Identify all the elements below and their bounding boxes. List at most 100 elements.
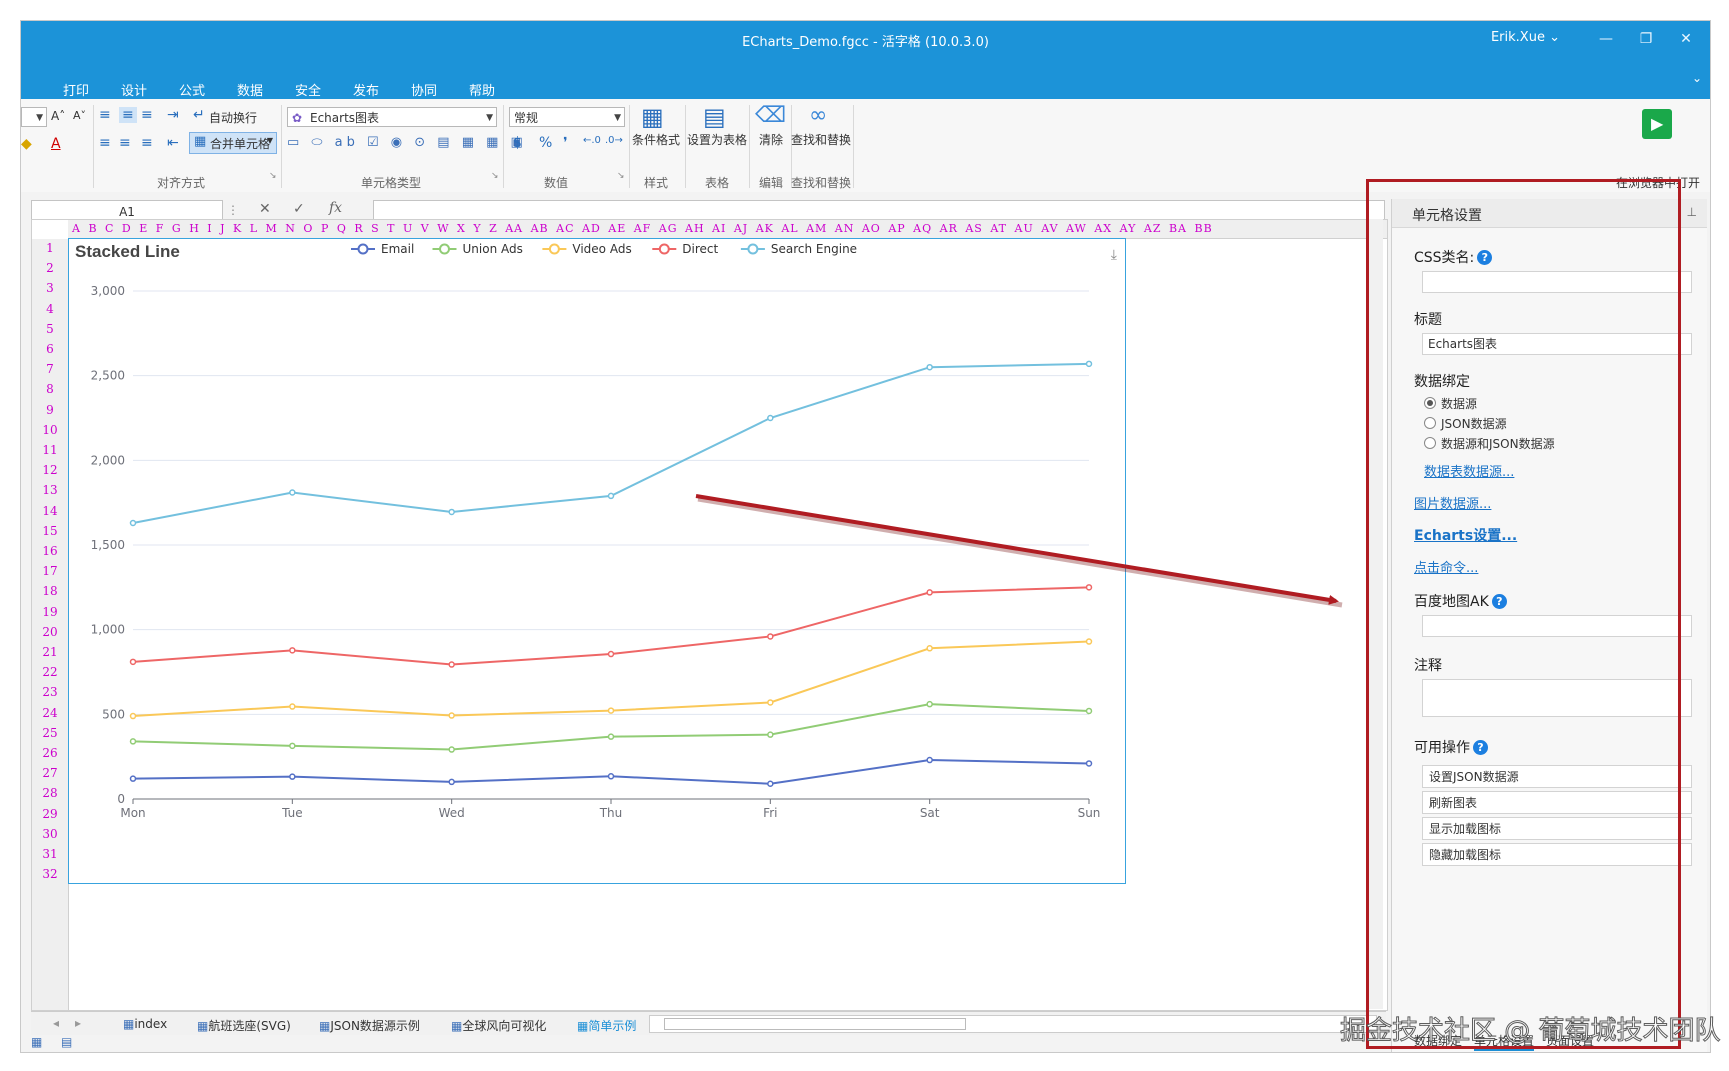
row-header[interactable]: 27	[32, 766, 68, 780]
menu-data[interactable]: 数据	[237, 80, 263, 99]
cell-type-combo[interactable]: ✿ Echarts图表 ▼	[287, 107, 497, 127]
row-header[interactable]: 1	[32, 241, 68, 255]
row-header[interactable]: 25	[32, 726, 68, 740]
spreadsheet-grid[interactable]: A B C D E F G H I J K L M N O P Q R S T …	[31, 219, 1388, 1011]
row-header[interactable]: 8	[32, 382, 68, 396]
align-left-icon[interactable]: ≡	[99, 135, 111, 151]
click-command-link[interactable]: 点击命令...	[1414, 557, 1478, 576]
row-header[interactable]: 13	[32, 483, 68, 497]
row-header[interactable]: 12	[32, 463, 68, 477]
merge-cells-button[interactable]: ▦ 合并单元格 ▼	[189, 132, 277, 154]
row-header[interactable]: 23	[32, 685, 68, 699]
currency-icon[interactable]: $	[513, 135, 522, 151]
row-header[interactable]: 24	[32, 706, 68, 720]
close-button[interactable]: ✕	[1668, 25, 1704, 53]
tab-flight-seats[interactable]: ▦航班选座(SVG)	[197, 1017, 291, 1034]
set-as-table-button[interactable]: 设置为表格	[687, 131, 747, 148]
horizontal-scrollbar[interactable]	[649, 1015, 1377, 1033]
row-header[interactable]: 30	[32, 827, 68, 841]
align-right-icon[interactable]: ≡	[141, 135, 153, 151]
collapse-ribbon-icon[interactable]: ⌄	[1692, 71, 1702, 85]
conditional-format-button[interactable]: 条件格式	[631, 131, 681, 148]
wrap-text-button[interactable]: 自动换行	[209, 109, 257, 126]
run-button[interactable]: ▶	[1642, 109, 1672, 139]
menu-publish[interactable]: 发布	[353, 80, 379, 99]
row-header[interactable]: 18	[32, 584, 68, 598]
dialog-launcher-icon[interactable]: ↘	[617, 171, 625, 181]
action-refresh-chart[interactable]: 刷新图表	[1422, 791, 1692, 814]
row-header[interactable]: 28	[32, 786, 68, 800]
fill-color-icon[interactable]: ◆	[21, 136, 32, 152]
increase-decimal-icon[interactable]: ←.0	[583, 135, 601, 146]
scroll-thumb[interactable]	[664, 1018, 966, 1030]
vertical-scrollbar[interactable]	[1368, 219, 1383, 1009]
title-input[interactable]: Echarts图表	[1422, 333, 1692, 355]
comment-input[interactable]	[1422, 679, 1692, 717]
help-icon[interactable]: ?	[1477, 250, 1493, 265]
menu-formula[interactable]: 公式	[179, 80, 205, 99]
row-header[interactable]: 10	[32, 423, 68, 437]
row-header[interactable]: 19	[32, 605, 68, 619]
minimize-button[interactable]: —	[1588, 25, 1624, 53]
row-header[interactable]: 17	[32, 564, 68, 578]
menu-security[interactable]: 安全	[295, 80, 321, 99]
tab-index[interactable]: ▦index	[123, 1017, 167, 1031]
radio-datasource[interactable]: 数据源	[1424, 395, 1477, 412]
row-header[interactable]: 15	[32, 524, 68, 538]
tab-wind-viz[interactable]: ▦全球风向可视化	[451, 1017, 546, 1034]
cancel-icon[interactable]: ✕	[259, 201, 271, 217]
fx-icon[interactable]: fx	[329, 200, 342, 216]
align-center-icon[interactable]: ≡	[119, 135, 131, 151]
download-icon[interactable]: ⤓	[1111, 247, 1117, 263]
align-middle-icon[interactable]: ≡	[119, 107, 137, 123]
normal-view-icon[interactable]: ▦	[31, 1035, 42, 1049]
row-header[interactable]: 21	[32, 645, 68, 659]
radio-json[interactable]: JSON数据源	[1424, 415, 1507, 432]
comma-icon[interactable]: ❜	[563, 135, 568, 151]
clear-button[interactable]: 清除	[751, 131, 791, 148]
action-show-loading[interactable]: 显示加载图标	[1422, 817, 1692, 840]
row-header[interactable]: 3	[32, 281, 68, 295]
radio-both[interactable]: 数据源和JSON数据源	[1424, 435, 1555, 452]
action-set-json[interactable]: 设置JSON数据源	[1422, 765, 1692, 788]
row-header[interactable]: 22	[32, 665, 68, 679]
dialog-launcher-icon[interactable]: ↘	[269, 171, 277, 181]
css-class-input[interactable]	[1422, 271, 1692, 293]
menu-design[interactable]: 设计	[121, 80, 147, 99]
confirm-icon[interactable]: ✓	[293, 201, 305, 217]
dialog-launcher-icon[interactable]: ↘	[491, 171, 499, 181]
row-header[interactable]: 20	[32, 625, 68, 639]
find-replace-button[interactable]: 查找和替换	[791, 131, 851, 148]
cell-type-icons[interactable]: ▭ ⬭ ab ☑ ◉ ⊙ ▤ ▦ ▦ ▣	[287, 135, 527, 150]
page-view-icon[interactable]: ▤	[61, 1035, 72, 1049]
pin-icon[interactable]: ⊥	[1687, 205, 1697, 219]
echarts-settings-link[interactable]: Echarts设置...	[1414, 525, 1517, 545]
font-size-combo[interactable]: ▼	[21, 107, 47, 127]
menu-print[interactable]: 打印	[63, 80, 89, 99]
menu-help[interactable]: 帮助	[469, 80, 495, 99]
restore-button[interactable]: ❐	[1628, 25, 1664, 53]
user-menu[interactable]: Erik.Xue ⌄	[1491, 30, 1560, 45]
baidu-ak-input[interactable]	[1422, 615, 1692, 637]
font-grow-icon[interactable]: A˄	[51, 109, 65, 123]
menu-collab[interactable]: 协同	[411, 80, 437, 99]
decrease-decimal-icon[interactable]: .0→	[605, 135, 623, 146]
row-header[interactable]: 6	[32, 342, 68, 356]
row-header[interactable]: 9	[32, 403, 68, 417]
row-header[interactable]: 29	[32, 807, 68, 821]
tab-prev-icon[interactable]: ◂	[53, 1016, 59, 1030]
tab-next-icon[interactable]: ▸	[75, 1016, 81, 1030]
row-header[interactable]: 26	[32, 746, 68, 760]
indent-icon[interactable]: ⇥	[167, 107, 179, 123]
echarts-chart[interactable]: Stacked Line 0 500 1,000 1,500 2,000 2,500 3,00…	[68, 238, 1126, 884]
outdent-icon[interactable]: ⇤	[167, 135, 179, 151]
help-icon[interactable]: ?	[1491, 594, 1507, 609]
tab-json-source[interactable]: ▦JSON数据源示例	[319, 1017, 420, 1034]
image-source-link[interactable]: 图片数据源...	[1414, 493, 1491, 512]
row-header[interactable]: 2	[32, 261, 68, 275]
help-icon[interactable]: ?	[1473, 740, 1488, 755]
row-header[interactable]: 31	[32, 847, 68, 861]
action-hide-loading[interactable]: 隐藏加载图标	[1422, 843, 1692, 866]
align-top-icon[interactable]: ≡	[99, 107, 111, 123]
row-header[interactable]: 14	[32, 504, 68, 518]
